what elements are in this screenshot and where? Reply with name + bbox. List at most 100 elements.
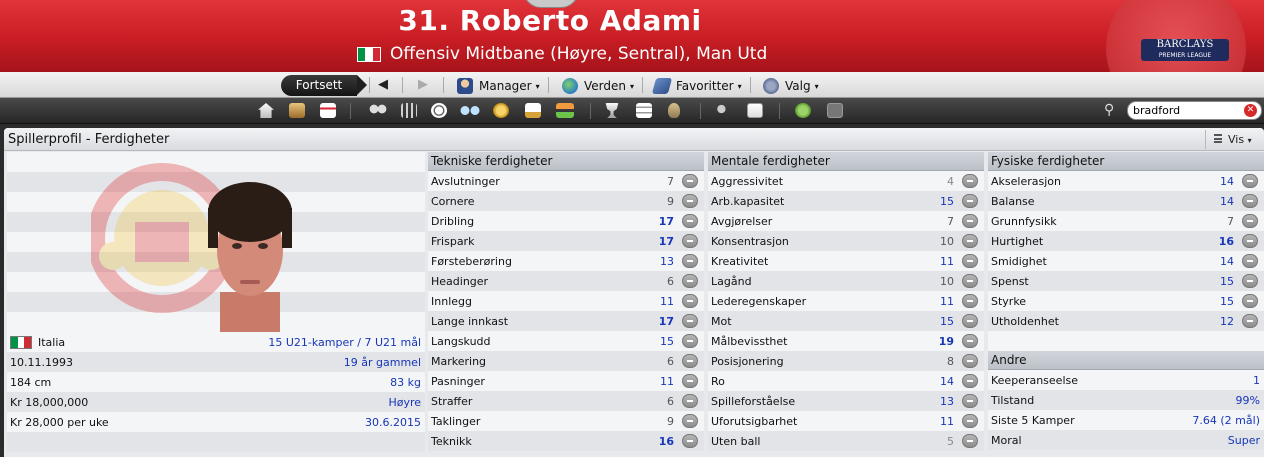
attribute-trend-button[interactable] — [962, 334, 978, 348]
attribute-trend-button[interactable] — [682, 394, 698, 408]
news-icon[interactable] — [525, 103, 541, 118]
attribute-trend-button[interactable] — [682, 434, 698, 448]
attribute-name: Styrke — [991, 295, 1027, 308]
attribute-row: Headinger 6 — [428, 271, 704, 291]
clear-search-icon[interactable]: ✕ — [1244, 104, 1257, 117]
attribute-trend-button[interactable] — [962, 194, 978, 208]
attribute-value: 4 — [947, 175, 954, 188]
back-arrow-icon[interactable]: ◀ — [378, 77, 388, 92]
training-icon[interactable] — [431, 103, 447, 118]
spacer-row — [988, 331, 1264, 351]
league-logo: BARCLAYS PREMIER LEAGUE — [1141, 39, 1229, 61]
attribute-value: 15 — [1220, 275, 1234, 288]
trophy-icon[interactable] — [605, 103, 619, 118]
attribute-name: Langskudd — [431, 335, 491, 348]
attribute-trend-button[interactable] — [1242, 274, 1258, 288]
italy-flag-icon — [10, 336, 32, 349]
attribute-trend-button[interactable] — [682, 174, 698, 188]
attribute-trend-button[interactable] — [962, 214, 978, 228]
league-table-icon[interactable] — [636, 103, 652, 118]
attribute-trend-button[interactable] — [682, 214, 698, 228]
attribute-trend-button[interactable] — [682, 414, 698, 428]
attribute-value: 12 — [1220, 315, 1234, 328]
inbox-icon[interactable] — [289, 103, 305, 118]
squad-icon[interactable] — [368, 103, 388, 118]
search-input[interactable]: bradford ✕ — [1127, 101, 1262, 120]
attribute-trend-button[interactable] — [1242, 214, 1258, 228]
attribute-value: 9 — [667, 195, 674, 208]
attribute-trend-button[interactable] — [1242, 234, 1258, 248]
attribute-name: Smidighet — [991, 255, 1047, 268]
finances-icon[interactable] — [493, 103, 509, 118]
search-icon: ⚲ — [1104, 102, 1115, 118]
attribute-trend-button[interactable] — [682, 234, 698, 248]
attribute-trend-button[interactable] — [682, 274, 698, 288]
menu-options-label: Valg — [785, 79, 811, 93]
attribute-trend-button[interactable] — [682, 194, 698, 208]
attribute-row: Dribling 17 — [428, 211, 704, 231]
menu-options[interactable]: Valg ▾ — [763, 77, 819, 95]
nav-separator — [443, 77, 444, 93]
attribute-trend-button[interactable] — [962, 314, 978, 328]
attribute-trend-button[interactable] — [962, 294, 978, 308]
attribute-trend-button[interactable] — [962, 354, 978, 368]
attribute-trend-button[interactable] — [962, 254, 978, 268]
attribute-value: 17 — [658, 215, 674, 228]
age: 19 år gammel — [343, 356, 421, 369]
search-players-icon[interactable] — [715, 103, 731, 118]
mental-header: Mentale ferdigheter — [708, 152, 984, 171]
tactics-icon[interactable] — [401, 103, 417, 118]
attribute-trend-button[interactable] — [1242, 314, 1258, 328]
scouting-icon[interactable] — [460, 103, 480, 118]
attribute-trend-button[interactable] — [1242, 254, 1258, 268]
attribute-value: 10 — [940, 275, 954, 288]
attribute-row: Konsentrasjon 10 — [708, 231, 984, 251]
attribute-trend-button[interactable] — [682, 294, 698, 308]
menu-manager-label: Manager — [479, 79, 532, 93]
help-icon[interactable] — [795, 103, 811, 118]
u21-caps[interactable]: 15 U21-kamper / 7 U21 mål — [268, 336, 421, 349]
attribute-trend-button[interactable] — [962, 414, 978, 428]
navigation-bar: Fortsett ◀ ▶ Manager ▾ Verden ▾ Favoritt… — [0, 72, 1264, 98]
continue-button[interactable]: Fortsett — [281, 75, 367, 96]
attribute-trend-button[interactable] — [962, 174, 978, 188]
forward-arrow-icon[interactable]: ▶ — [418, 77, 428, 92]
attribute-trend-button[interactable] — [1242, 194, 1258, 208]
attribute-trend-button[interactable] — [682, 254, 698, 268]
attribute-name: Uforutsigbarhet — [711, 415, 798, 428]
home-icon[interactable] — [258, 103, 274, 118]
attribute-trend-button[interactable] — [962, 434, 978, 448]
attribute-value: 7 — [1227, 215, 1234, 228]
history-icon[interactable] — [668, 103, 680, 118]
attribute-trend-button[interactable] — [962, 394, 978, 408]
attribute-trend-button[interactable] — [682, 314, 698, 328]
attribute-row: Lederegenskaper 11 — [708, 291, 984, 311]
attribute-trend-button[interactable] — [682, 354, 698, 368]
report-icon[interactable] — [827, 103, 843, 118]
attribute-trend-button[interactable] — [682, 334, 698, 348]
wage: Kr 28,000 per uke — [10, 416, 109, 429]
view-button[interactable]: Vis ▾ — [1205, 130, 1261, 149]
calendar-icon[interactable] — [320, 103, 336, 118]
attribute-trend-button[interactable] — [1242, 294, 1258, 308]
attribute-name: Konsentrasjon — [711, 235, 789, 248]
attribute-name: Posisjonering — [711, 355, 784, 368]
menu-world[interactable]: Verden ▾ — [562, 77, 634, 95]
attribute-value: 6 — [667, 355, 674, 368]
attribute-trend-button[interactable] — [962, 234, 978, 248]
notes-icon[interactable] — [747, 103, 763, 118]
player-value: Kr 18,000,000 — [10, 396, 89, 409]
attribute-value: 7 — [667, 175, 674, 188]
transfers-icon[interactable] — [556, 103, 574, 118]
toolbar-separator — [700, 103, 701, 119]
menu-manager[interactable]: Manager ▾ — [457, 77, 540, 95]
attribute-trend-button[interactable] — [962, 274, 978, 288]
wage-row: Kr 28,000 per uke 30.6.2015 — [7, 412, 425, 432]
attribute-value: 10 — [940, 235, 954, 248]
attribute-trend-button[interactable] — [682, 374, 698, 388]
menu-favorites[interactable]: Favoritter ▾ — [651, 77, 742, 95]
attribute-trend-button[interactable] — [962, 374, 978, 388]
nationality: Italia — [38, 336, 66, 349]
league-logo-text: BARCLAYS — [1156, 39, 1214, 50]
attribute-trend-button[interactable] — [1242, 174, 1258, 188]
